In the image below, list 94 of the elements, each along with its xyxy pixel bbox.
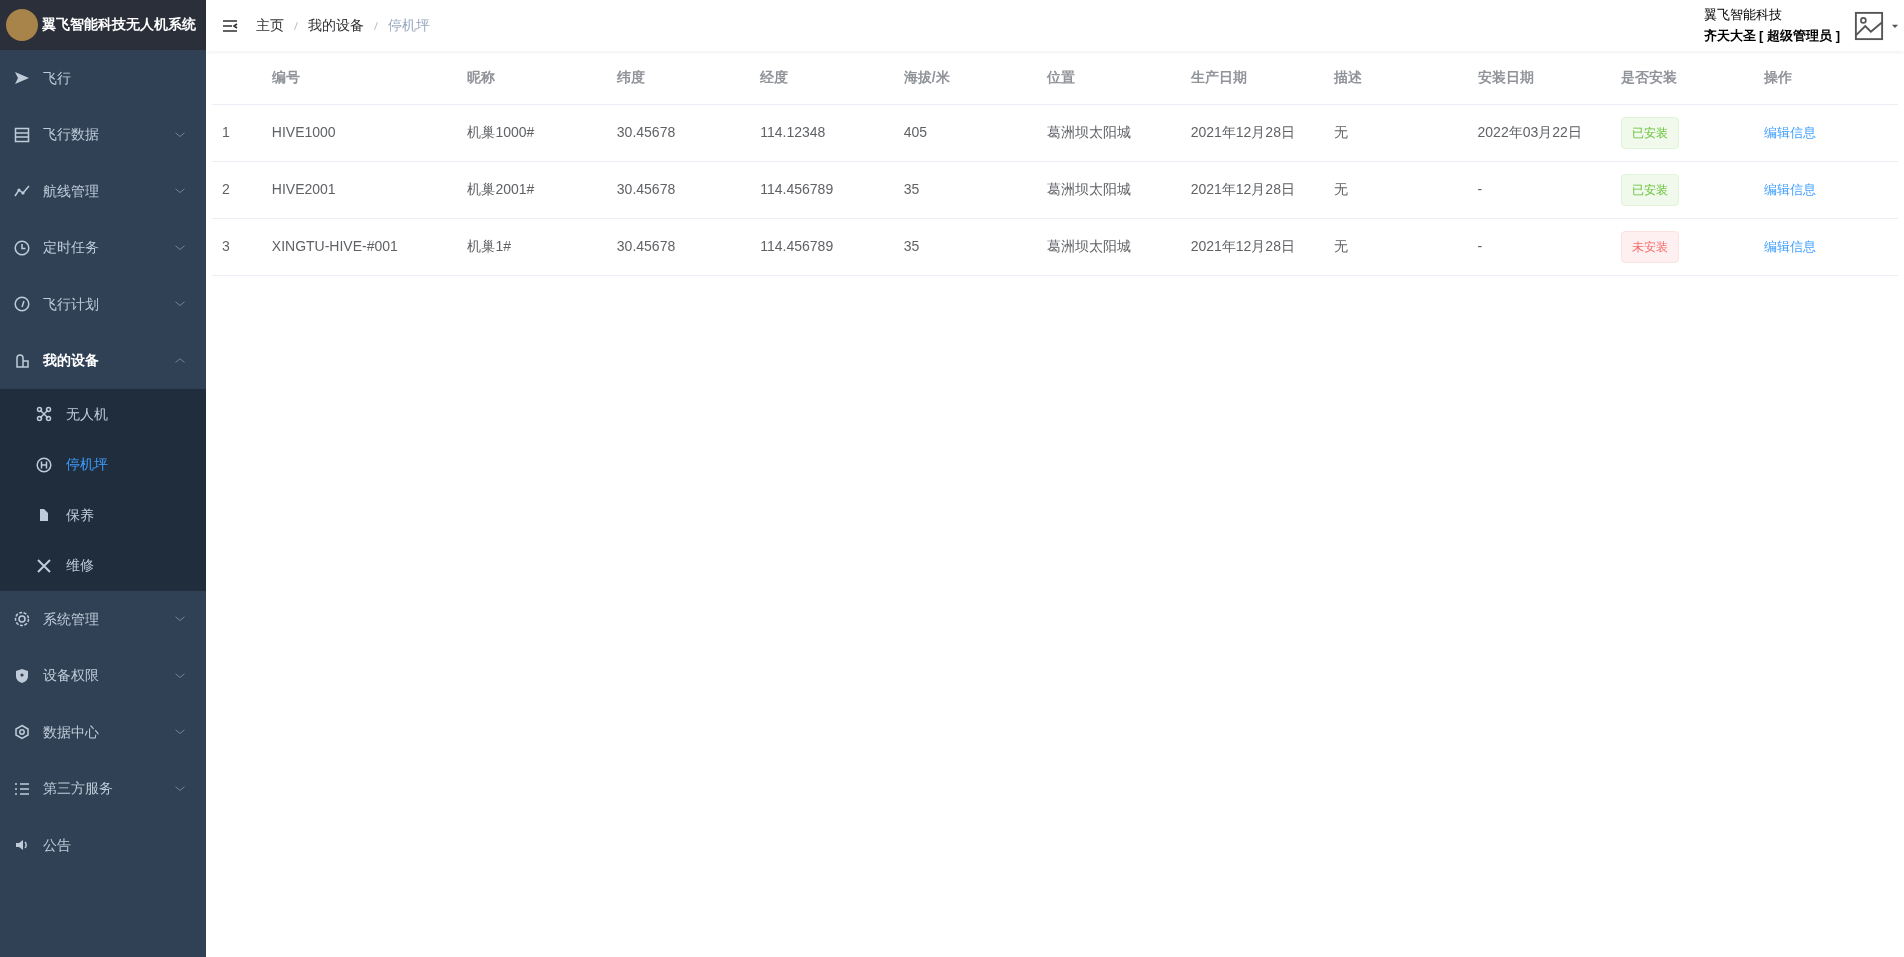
table-cell: HIVE1000 [261,104,458,161]
menu-label: 系统管理 [43,609,99,629]
table-cell: 30.45678 [606,218,751,275]
menu-label: 数据中心 [43,722,99,742]
shield-icon [14,667,30,684]
menu-label: 公告 [43,835,71,855]
table-cell: XINGTU-HIVE-#001 [261,218,458,275]
table-cell: 葛洲坝太阳城 [1037,161,1181,218]
table-cell: 35 [893,218,1038,275]
table-cell: 机巢2001# [457,161,607,218]
menu-item[interactable]: 飞行 [0,50,206,107]
menu-label: 第三方服务 [43,779,113,799]
table-cell: 葛洲坝太阳城 [1037,218,1181,275]
table-cell: 30.45678 [606,104,751,161]
menu-icon[interactable] [222,17,238,34]
image-placeholder-icon [1854,10,1884,41]
table-cell: 114.12348 [750,104,894,161]
table-cell: 114.456789 [750,218,894,275]
menu-label: 飞行 [43,68,71,88]
status-tag: 已安装 [1621,173,1679,206]
table-cell: 无 [1324,218,1468,275]
menu-label: 我的设备 [43,351,99,371]
table-cell: 机巢1# [457,218,607,275]
table-cell: 30.45678 [606,161,751,218]
breadcrumb-item: 停机坪 [388,16,430,35]
menu-label: 飞行数据 [43,125,99,145]
device-icon [14,352,30,369]
table-cell: 35 [893,161,1038,218]
table-cell: - [1467,218,1611,275]
column-header: 位置 [1037,51,1181,104]
table-cell: HIVE2001 [261,161,458,218]
table-cell: 葛洲坝太阳城 [1037,104,1181,161]
gear-icon [14,611,30,628]
user-name: 齐天大圣 [ 超级管理员 ] [1703,26,1840,45]
menu-label: 保养 [66,505,94,525]
table-cell: - [1467,161,1611,218]
hexagon-icon [14,724,30,741]
app-title: 翼飞智能科技无人机系统 [42,15,196,34]
menu-item[interactable]: 公告 [0,817,206,874]
menu-item[interactable]: 我的设备 [0,332,206,389]
column-header: 经度 [750,51,894,104]
table-cell: 2021年12月28日 [1180,161,1325,218]
send-icon [14,70,30,87]
list-icon [14,780,30,797]
column-header: 昵称 [457,51,607,104]
submenu-item[interactable]: 维修 [0,540,206,591]
menu-label: 航线管理 [43,181,99,201]
table-cell: 1 [212,104,262,161]
menu-label: 飞行计划 [43,294,99,314]
column-header: 生产日期 [1180,51,1325,104]
menu-item[interactable]: 第三方服务 [0,760,206,817]
drone-icon [36,406,52,423]
menu-item[interactable]: 数据中心 [0,704,206,761]
table-cell: 405 [893,104,1038,161]
table-cell: 2021年12月28日 [1180,104,1325,161]
menu-label: 无人机 [66,404,108,424]
logo-avatar [6,9,38,41]
column-header: 纬度 [606,51,751,104]
gauge-icon [14,296,30,313]
breadcrumb-item[interactable]: 我的设备 [308,15,364,36]
status-tag: 未安装 [1621,230,1679,263]
column-header: 操作 [1754,51,1898,104]
table-cell: 3 [212,218,262,275]
table-cell: 2022年03月22日 [1467,104,1611,161]
menu-item[interactable]: 飞行数据 [0,106,206,163]
table-cell: 2 [212,161,262,218]
helipad-icon [36,456,52,473]
menu-item[interactable]: 定时任务 [0,219,206,276]
table-cell: 2021年12月28日 [1180,218,1325,275]
submenu-item[interactable]: 停机坪 [0,439,206,490]
table-cell: 无 [1324,161,1468,218]
column-header: 是否安装 [1611,51,1755,104]
column-header: 描述 [1324,51,1468,104]
status-tag: 已安装 [1621,116,1679,149]
company-name: 翼飞智能科技 [1703,5,1783,24]
clock-icon [14,239,30,256]
submenu-item[interactable]: 无人机 [0,389,206,440]
menu-label: 定时任务 [43,238,99,258]
menu-item[interactable]: 飞行计划 [0,276,206,333]
menu-label: 维修 [66,556,94,576]
breadcrumb-item[interactable]: 主页 [256,15,284,36]
menu-label: 设备权限 [43,666,99,686]
column-header: 编号 [261,51,458,104]
column-header: 海拔/米 [893,51,1038,104]
submenu-item[interactable]: 保养 [0,490,206,541]
column-header: 安装日期 [1467,51,1611,104]
menu-item[interactable]: 设备权限 [0,647,206,704]
table-cell: 机巢1000# [457,104,607,161]
table-cell: 无 [1324,104,1468,161]
table-cell: 114.456789 [750,161,894,218]
list-icon [14,126,30,143]
menu-item[interactable]: 系统管理 [0,591,206,648]
menu-label: 停机坪 [66,455,108,475]
menu-item[interactable]: 航线管理 [0,163,206,220]
